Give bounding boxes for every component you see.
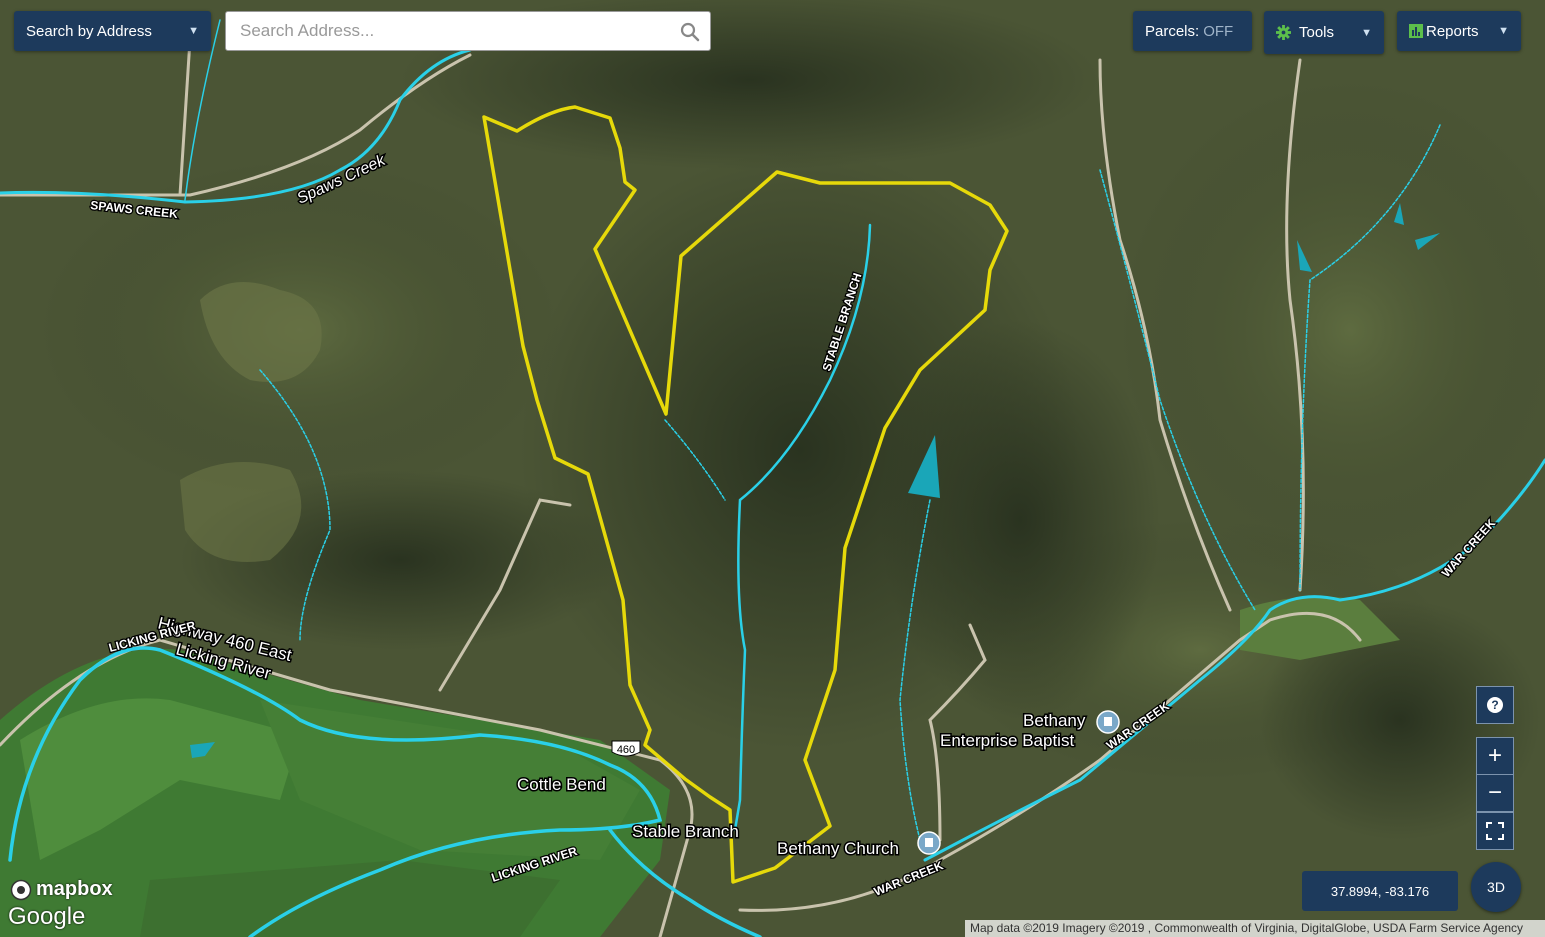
coordinates-text: 37.8994, -83.176: [1330, 883, 1430, 899]
mapbox-logo[interactable]: mapbox: [10, 878, 113, 901]
chevron-down-icon: ▼: [188, 25, 199, 37]
zoom-in-button[interactable]: +: [1476, 737, 1514, 775]
cottle-bend-label: Cottle Bend: [517, 775, 606, 794]
google-logo: Google: [8, 903, 85, 931]
fullscreen-button[interactable]: [1476, 812, 1514, 850]
bar-chart-icon: [1409, 24, 1423, 38]
tools-label: Tools: [1299, 24, 1335, 41]
attribution-text: Map data ©2019 Imagery ©2019 , Commonwea…: [970, 921, 1524, 935]
baptist-pin-icon[interactable]: [1096, 710, 1120, 734]
search-mode-label: Search by Address: [26, 22, 152, 40]
mapbox-logo-text: mapbox: [36, 878, 113, 900]
map-attribution[interactable]: Map data ©2019 Imagery ©2019 , Commonwea…: [965, 920, 1545, 937]
help-button[interactable]: ?: [1476, 686, 1514, 724]
reports-dropdown[interactable]: Reports ▼: [1397, 11, 1521, 51]
3d-label: 3D: [1487, 879, 1505, 895]
chevron-down-icon: ▼: [1498, 25, 1509, 37]
search-address-box[interactable]: [225, 11, 711, 51]
church-pin-icon[interactable]: [917, 831, 941, 855]
zoom-out-button[interactable]: −: [1476, 774, 1514, 812]
help-icon: ?: [1487, 697, 1503, 713]
bethany-baptist-line2: Enterprise Baptist: [940, 731, 1074, 750]
parcels-state: OFF: [1203, 22, 1234, 40]
terrain-shadow: [880, 320, 1160, 720]
search-input[interactable]: [238, 12, 662, 50]
mapbox-logo-icon: [10, 879, 32, 900]
search-mode-dropdown[interactable]: Search by Address ▼: [14, 11, 211, 51]
route-460-shield: 460: [611, 740, 641, 757]
minus-icon: −: [1487, 779, 1502, 806]
chevron-down-icon: ▼: [1361, 26, 1372, 39]
svg-text:460: 460: [617, 744, 635, 756]
tools-dropdown[interactable]: Tools ▼: [1264, 11, 1384, 54]
3d-view-button[interactable]: 3D: [1471, 862, 1521, 912]
parcels-label: Parcels:: [1145, 22, 1200, 40]
gear-icon: [1276, 25, 1291, 40]
bethany-church-label: Bethany Church: [777, 839, 899, 858]
parcels-toggle-button[interactable]: Parcels: OFF: [1133, 11, 1252, 51]
search-icon[interactable]: [680, 22, 700, 42]
bethany-baptist-line1: Bethany: [1023, 711, 1086, 730]
plus-icon: +: [1487, 742, 1502, 769]
coordinates-readout: 37.8994, -83.176: [1302, 871, 1458, 911]
fullscreen-icon: [1486, 822, 1504, 840]
google-logo-text: Google: [8, 903, 86, 930]
reports-label: Reports: [1426, 22, 1479, 40]
stable-branch-label: Stable Branch: [632, 822, 739, 841]
satellite-map[interactable]: Highway 460 East Licking River Cottle Be…: [0, 0, 1545, 937]
